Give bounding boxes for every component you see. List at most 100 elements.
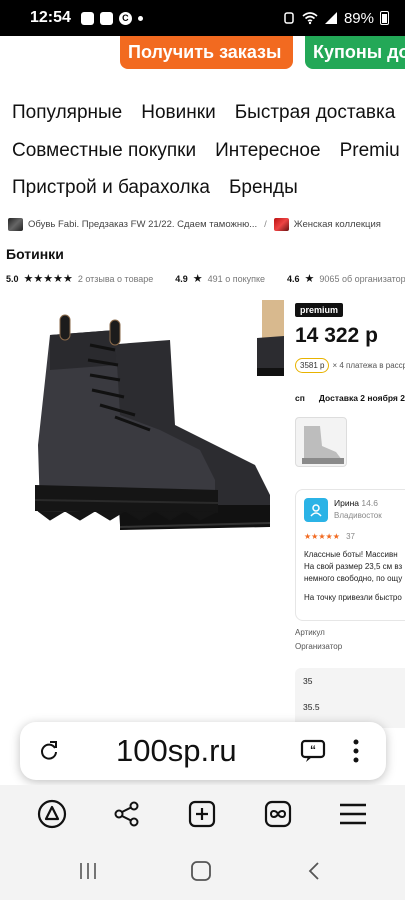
reviewer-name-row: Ирина 14.6 <box>334 498 382 508</box>
browser-address-bar[interactable]: 100sp.ru “ <box>20 722 386 780</box>
delivery-date: Доставка 2 ноября 202 <box>318 393 405 403</box>
review-text: Классные боты! Массивн На свой размер 23… <box>304 549 405 585</box>
menu-item-brands[interactable]: Бренды <box>229 177 298 203</box>
breadcrumb-collection-link[interactable]: Женская коллекция <box>294 219 381 230</box>
menu-item-fast-delivery[interactable]: Быстрая доставка <box>235 102 396 128</box>
tabs-button[interactable] <box>262 798 294 830</box>
more-options-icon[interactable] <box>352 739 360 763</box>
review-line: На свой размер 23,5 см вз <box>304 562 403 571</box>
battery-icon <box>380 11 389 25</box>
article-label: Артикул <box>295 628 325 637</box>
product-info-column: premium 14 322 р 3581 р × 4 платежа в ра… <box>295 300 405 621</box>
gallery-icon <box>99 11 113 25</box>
delivery-col1: сп <box>295 393 305 403</box>
menu-item-flea-market[interactable]: Пристрой и барахолка <box>12 177 210 203</box>
c-app-icon: C <box>118 11 132 25</box>
comments-icon[interactable]: “ <box>300 739 326 763</box>
menu-button[interactable] <box>337 798 369 830</box>
review-line: Классные боты! Массивн <box>304 550 398 559</box>
back-icon[interactable] <box>306 861 322 881</box>
installment-info[interactable]: 3581 р × 4 платежа в расср <box>295 358 405 373</box>
share-icon <box>114 801 139 827</box>
reviewer-review-count: 37 <box>346 532 355 541</box>
product-rating-value: 5.0 <box>6 273 19 284</box>
share-button[interactable] <box>111 798 143 830</box>
more-notifications-icon <box>137 15 143 21</box>
wifi-icon <box>302 12 318 25</box>
alice-assistant-button[interactable] <box>36 798 68 830</box>
product-side-thumbnail[interactable] <box>252 300 284 380</box>
menu-item-new[interactable]: Новинки <box>141 102 215 128</box>
menu-row-1: Популярные Новинки Быстрая доставка <box>12 102 395 128</box>
product-price: 14 322 р <box>295 324 378 347</box>
menu-item-premium[interactable]: Premiu <box>340 140 400 166</box>
menu-row-3: Пристрой и барахолка Бренды <box>12 177 298 203</box>
review-stars: ★★★★★ 37 <box>304 532 405 541</box>
plus-square-icon <box>189 800 216 828</box>
reviewer-name: Ирина <box>334 498 360 508</box>
star-icon: ★ <box>304 273 315 285</box>
organizer-reviews-count: 9065 об организаторе <box>319 273 405 284</box>
product-specs: Артикул Организатор <box>295 626 342 654</box>
purchase-reviews-count: 491 о покупке <box>207 273 266 284</box>
breadcrumb-separator: / <box>264 219 267 230</box>
organizer-rating[interactable]: 4.6 ★ 9065 об организаторе <box>287 272 405 285</box>
boot-variant-image <box>302 426 344 464</box>
delivery-info: сп Доставка 2 ноября 202 <box>295 393 405 403</box>
home-icon[interactable] <box>190 861 212 881</box>
color-variant-thumbnail[interactable] <box>295 417 347 467</box>
new-tab-button[interactable] <box>186 798 218 830</box>
alice-icon <box>37 799 66 829</box>
review-line: На точку привезли быстро <box>304 593 402 602</box>
product-title: Ботинки <box>6 246 64 262</box>
reviewer-score: 14.6 <box>361 498 378 508</box>
ratings-row: 5.0 ★★★★★ 2 отзыва о товаре 4.9 ★ 491 о … <box>6 272 405 285</box>
sizes-list: 35 35.5 <box>295 668 405 728</box>
svg-text:“: “ <box>310 743 316 757</box>
reviewer-city: Владивосток <box>334 511 382 520</box>
purchase-rating-value: 4.9 <box>175 273 188 284</box>
purchase-rating[interactable]: 4.9 ★ 491 о покупке <box>175 272 265 285</box>
breadcrumb-purchase-link[interactable]: Обувь Fabi. Предзаказ FW 21/22. Сдаем та… <box>28 219 257 230</box>
installment-amount: 3581 р <box>295 358 330 373</box>
get-orders-button[interactable]: Получить заказы <box>120 36 293 69</box>
coupons-button[interactable]: Купоны до <box>305 36 405 69</box>
size-option[interactable]: 35 <box>303 676 405 702</box>
battery-percent: 89% <box>343 9 374 27</box>
product-rating[interactable]: 5.0 ★★★★★ 2 отзыва о товаре <box>6 272 153 285</box>
system-navigation-bar <box>0 843 405 900</box>
status-notification-icons: C <box>80 11 143 25</box>
url-text[interactable]: 100sp.ru <box>116 733 237 769</box>
product-image-boots[interactable] <box>20 305 280 535</box>
menu-item-interesting[interactable]: Интересное <box>215 140 320 166</box>
message-icon <box>80 11 94 25</box>
alarm-icon <box>284 12 294 24</box>
review-line: немного свободно, по ощу <box>304 574 403 583</box>
star-icon: ★ <box>192 273 203 285</box>
five-stars-icon: ★★★★★ <box>23 273 73 285</box>
user-avatar-icon <box>304 498 328 522</box>
collection-thumbnail <box>273 218 289 231</box>
premium-badge: premium <box>295 303 344 317</box>
product-reviews-count: 2 отзыва о товаре <box>77 273 154 284</box>
hamburger-menu-icon <box>340 803 367 825</box>
breadcrumb: Обувь Fabi. Предзаказ FW 21/22. Сдаем та… <box>8 218 381 231</box>
promo-row: Получить заказы Купоны до <box>0 36 405 86</box>
status-bar: 12:54 C 89% <box>0 0 405 36</box>
status-right: 89% <box>282 10 389 27</box>
organizer-label: Организатор <box>295 642 343 651</box>
organizer-rating-value: 4.6 <box>287 273 300 284</box>
signal-icon <box>324 12 337 24</box>
review-card[interactable]: Ирина 14.6 Владивосток ★★★★★ 37 Классные… <box>295 489 405 621</box>
five-stars-icon: ★★★★★ <box>304 532 340 541</box>
menu-item-popular[interactable]: Популярные <box>12 102 122 128</box>
menu-item-joint-purchases[interactable]: Совместные покупки <box>12 140 196 166</box>
tabs-infinity-icon <box>264 800 291 828</box>
purchase-thumbnail <box>8 218 23 231</box>
menu-row-2: Совместные покупки Интересное Premiu <box>12 140 400 166</box>
recent-apps-icon[interactable] <box>78 861 98 881</box>
installment-text: × 4 платежа в расср <box>332 361 405 370</box>
reload-icon[interactable] <box>38 740 60 762</box>
status-time: 12:54 <box>30 9 71 26</box>
browser-bottom-nav <box>0 785 405 843</box>
